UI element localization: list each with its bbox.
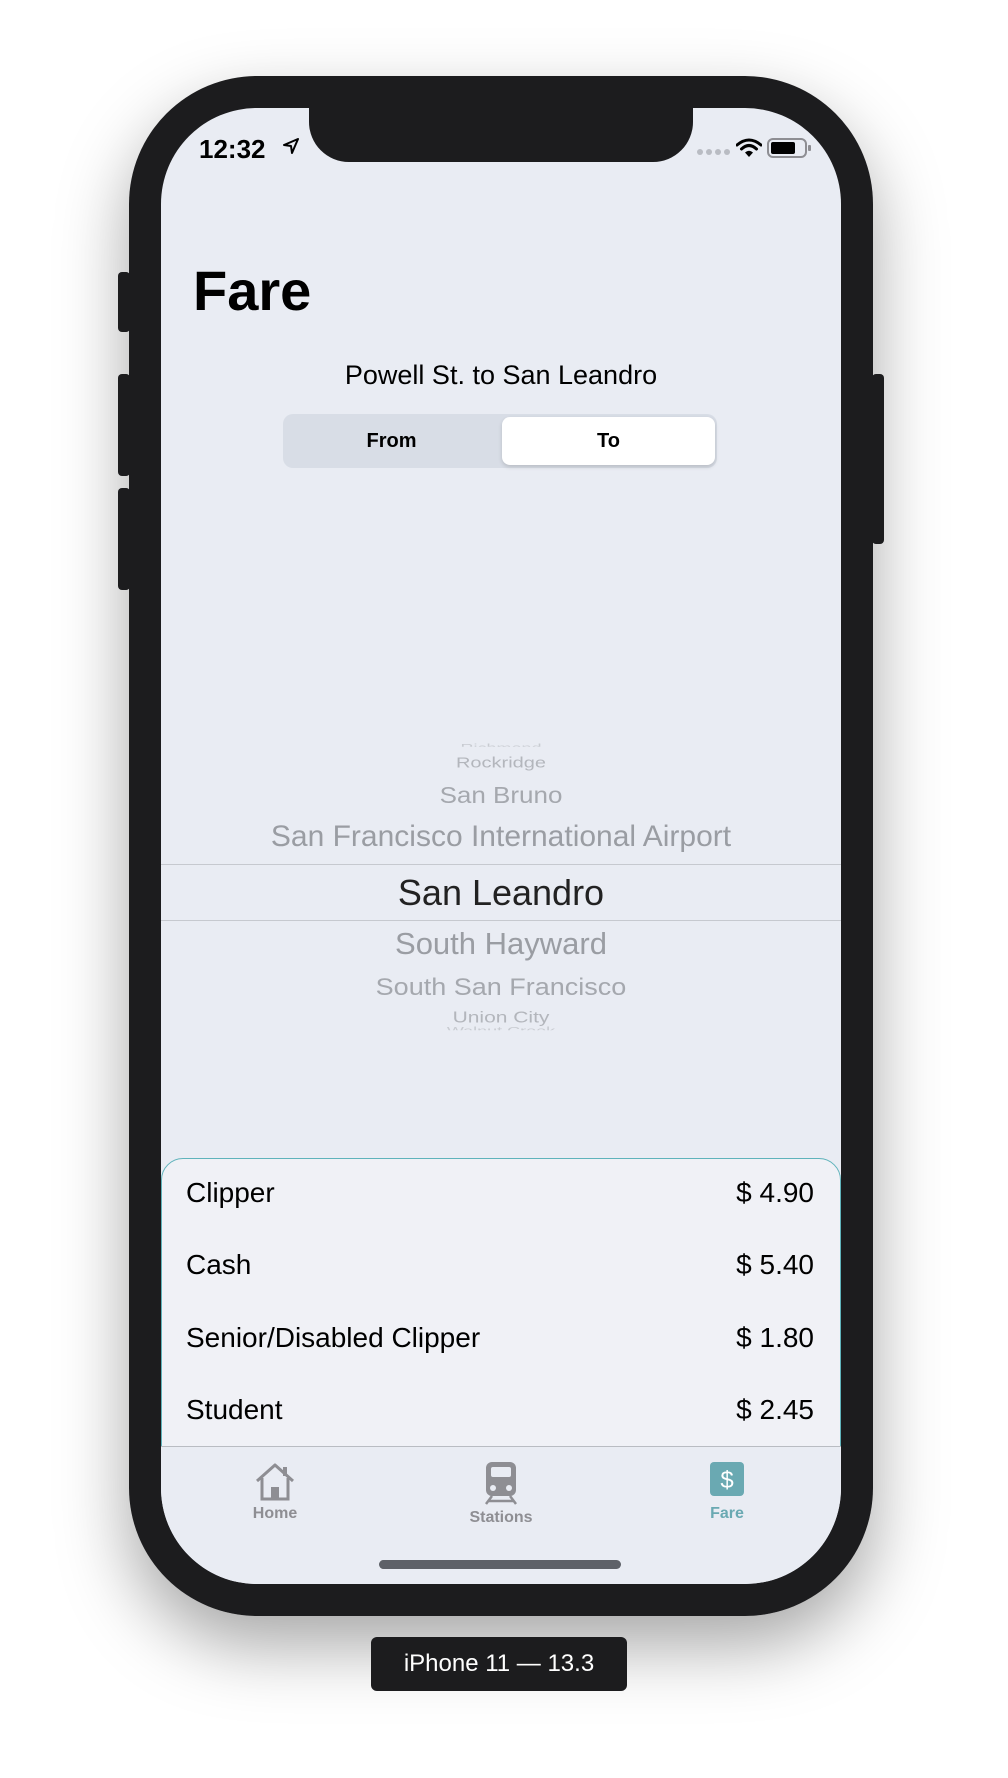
picker-row: South Hayward [395, 926, 607, 961]
fare-label: Cash [186, 1249, 252, 1280]
picker-selection-top-line [161, 864, 841, 865]
fare-row-student: Student $ 2.45 [186, 1390, 814, 1430]
fare-price: $ 4.90 [736, 1177, 814, 1208]
volume-up-button [118, 374, 130, 476]
fare-row-senior-disabled: Senior/Disabled Clipper $ 1.80 [186, 1318, 814, 1358]
tab-label: Home [252, 1505, 298, 1522]
picker-row: Union City [452, 1009, 550, 1027]
picker-row: Walnut Creek [161, 1026, 841, 1030]
tab-label: Stations [469, 1509, 533, 1526]
fare-price: $ 2.45 [736, 1394, 814, 1425]
svg-text:$: $ [720, 1467, 733, 1494]
battery-icon [767, 138, 811, 158]
device-label: iPhone 11 — 13.3 [371, 1637, 627, 1691]
house-icon [256, 1463, 294, 1501]
fare-price: $ 5.40 [736, 1249, 814, 1280]
fare-label: Student [186, 1394, 283, 1425]
status-time: 12:32 [199, 134, 266, 164]
home-indicator[interactable] [379, 1560, 621, 1569]
fare-row-clipper: Clipper $ 4.90 [186, 1173, 814, 1213]
tab-stations[interactable]: Stations [431, 1461, 571, 1527]
fare-row-cash: Cash $ 5.40 [186, 1245, 814, 1285]
tab-fare[interactable]: $ Fare [657, 1461, 797, 1523]
dollar-icon: $ [710, 1462, 744, 1496]
picker-row: Rockridge [455, 754, 547, 772]
wifi-icon [736, 138, 762, 157]
mute-switch [118, 272, 130, 332]
picker-selection-bottom-line [161, 920, 841, 921]
location-arrow-icon [283, 138, 299, 154]
tab-label: Fare [710, 1505, 744, 1522]
route-label: Powell St. to San Leandro [344, 360, 658, 390]
picker-row: Richmond [161, 741, 841, 746]
fare-label: Clipper [186, 1177, 275, 1208]
fare-card: Clipper $ 4.90 Cash $ 5.40 Senior/Disabl… [161, 1158, 841, 1488]
power-button [872, 374, 884, 544]
volume-down-button [118, 488, 130, 590]
picker-row: San Francisco International Airport [270, 820, 732, 853]
tab-home[interactable]: Home [205, 1461, 345, 1523]
notch [309, 108, 693, 162]
segment-to[interactable]: To [502, 417, 715, 465]
fare-label: Senior/Disabled Clipper [186, 1322, 481, 1353]
train-icon [485, 1462, 517, 1505]
picker-row: South San Francisco [375, 973, 627, 1001]
picker-row: San Bruno [439, 781, 563, 809]
screen: 12:32 Fare Powell St. to San Leandro Fro… [161, 108, 841, 1584]
page-title: Fare [193, 259, 312, 322]
from-to-segmented-control: From To [283, 414, 717, 468]
segment-from[interactable]: From [285, 417, 498, 465]
fare-price: $ 1.80 [736, 1322, 814, 1353]
picker-selected-row: San Leandro [397, 872, 605, 913]
cellular-signal-icon [697, 149, 730, 155]
